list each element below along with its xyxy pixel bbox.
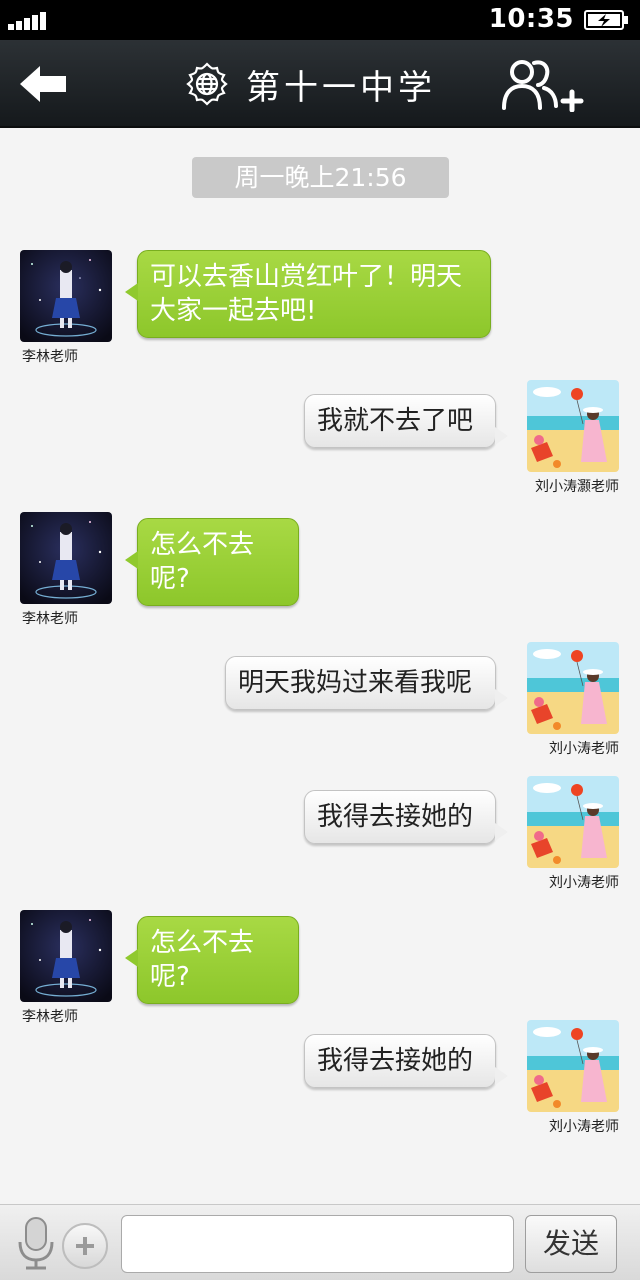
starry-girl-avatar[interactable] xyxy=(20,910,112,1002)
signal-strength-icon xyxy=(8,10,48,30)
starry-girl-avatar[interactable] xyxy=(20,512,112,604)
message-bubble[interactable]: 怎么不去呢? xyxy=(125,916,299,1004)
add-attachment-button[interactable] xyxy=(62,1223,108,1269)
timestamp-pill: 周一晚上21:56 xyxy=(192,157,449,198)
status-time: 10:35 xyxy=(488,4,574,34)
message-bubble[interactable]: 我得去接她的 xyxy=(304,790,508,844)
sender-name: 李林老师 xyxy=(22,1009,78,1025)
sender-name: 刘小涛老师 xyxy=(549,741,619,757)
microphone-icon[interactable] xyxy=(16,1216,56,1270)
chat-area[interactable]: 周一晚上21:56 李林老师 可以去香山赏红叶了！明天大家一起去吧! 刘小涛灏老… xyxy=(0,130,640,1204)
message-bubble[interactable]: 我得去接她的 xyxy=(304,1034,508,1088)
message-bubble[interactable]: 可以去香山赏红叶了！明天大家一起去吧! xyxy=(125,250,491,338)
message-bubble[interactable]: 我就不去了吧 xyxy=(304,394,508,448)
sender-name: 刘小涛老师 xyxy=(549,1119,619,1135)
beach-girl-avatar[interactable] xyxy=(527,776,619,868)
message-text: 明天我妈过来看我呢 xyxy=(238,668,473,698)
message-text: 可以去香山赏红叶了！明天大家一起去吧! xyxy=(150,262,463,326)
message-input[interactable] xyxy=(121,1215,514,1273)
message-text: 怎么不去呢? xyxy=(150,928,255,992)
chat-header: 第十一中学 xyxy=(0,40,640,128)
message-text: 我就不去了吧 xyxy=(317,406,474,436)
sender-name: 刘小涛老师 xyxy=(549,875,619,891)
add-contacts-icon[interactable] xyxy=(502,58,586,112)
message-bubble[interactable]: 明天我妈过来看我呢 xyxy=(225,656,508,710)
status-bar: 10:35 xyxy=(0,0,640,40)
starry-girl-avatar[interactable] xyxy=(20,250,112,342)
sender-name: 李林老师 xyxy=(22,349,78,365)
send-button[interactable]: 发送 xyxy=(525,1215,617,1273)
header-title-group: 第十一中学 xyxy=(184,60,436,108)
beach-girl-avatar[interactable] xyxy=(527,642,619,734)
sender-name: 刘小涛灏老师 xyxy=(535,479,619,495)
message-text: 我得去接她的 xyxy=(317,1046,474,1076)
page-title: 第十一中学 xyxy=(246,67,436,108)
sender-name: 李林老师 xyxy=(22,611,78,627)
battery-charging-icon xyxy=(584,10,628,30)
message-text: 我得去接她的 xyxy=(317,802,474,832)
globe-icon xyxy=(186,62,228,106)
message-input-bar: 发送 xyxy=(0,1204,640,1280)
back-arrow-icon[interactable] xyxy=(18,62,70,106)
beach-girl-avatar[interactable] xyxy=(527,380,619,472)
message-text: 怎么不去呢? xyxy=(150,530,255,594)
beach-girl-avatar[interactable] xyxy=(527,1020,619,1112)
message-bubble[interactable]: 怎么不去呢? xyxy=(125,518,299,606)
